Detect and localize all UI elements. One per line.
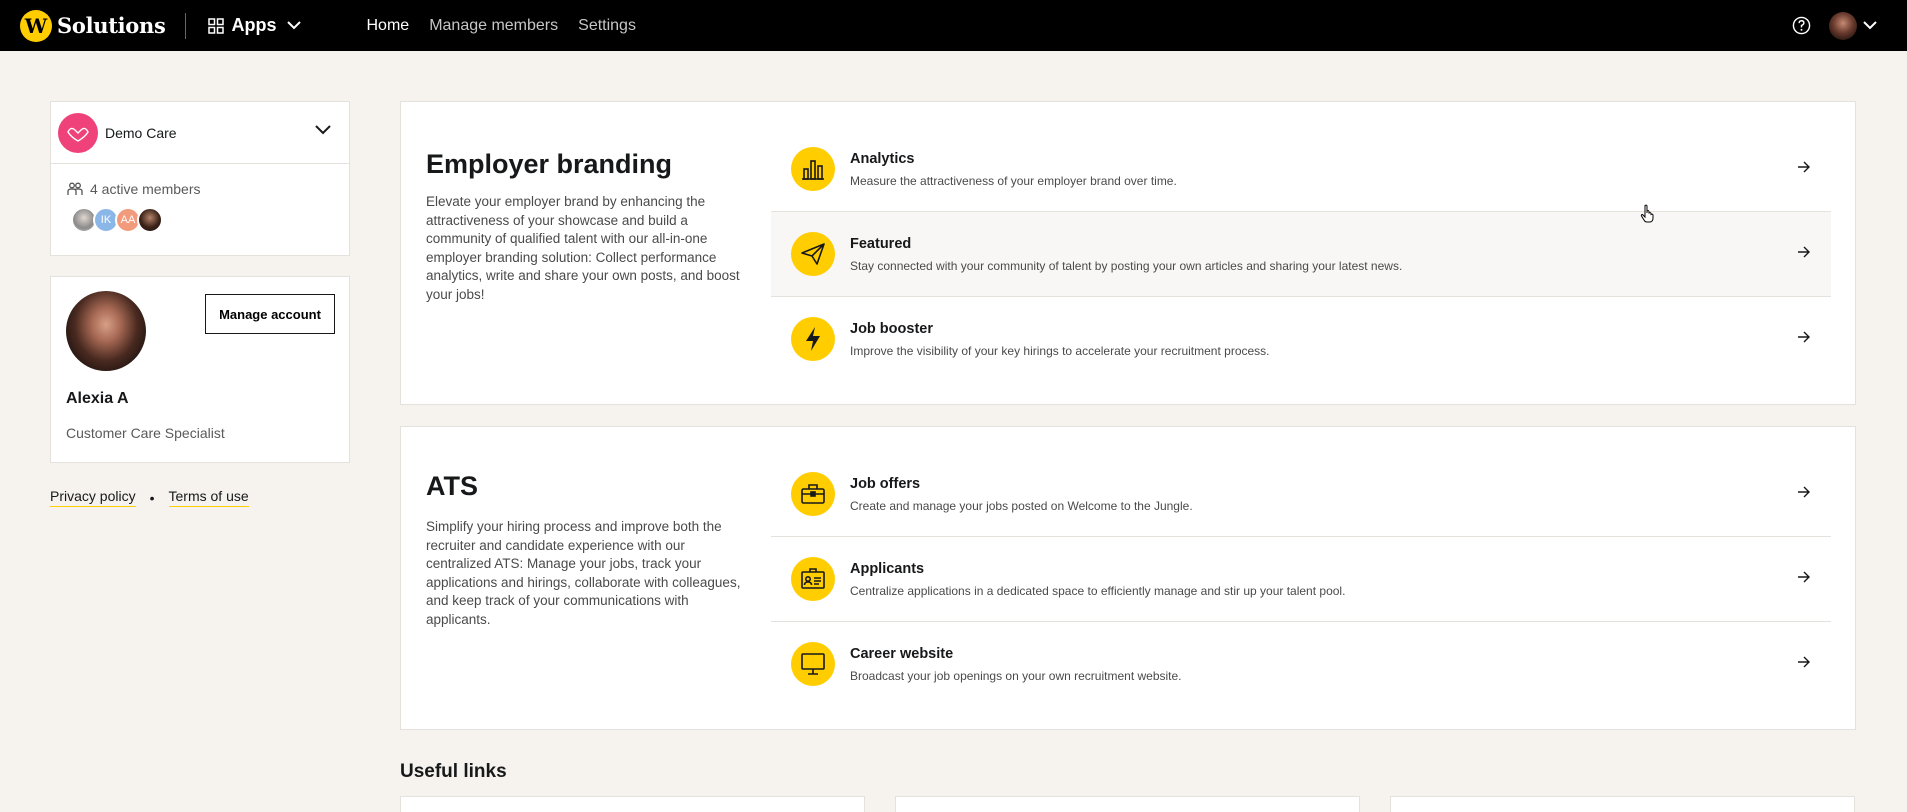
manage-account-button[interactable]: Manage account [205, 294, 335, 334]
profile-role: Customer Care Specialist [66, 425, 225, 441]
id-card-icon [791, 557, 835, 601]
company-selector[interactable]: Demo Care [51, 102, 349, 164]
product-title: Job offers [850, 476, 921, 492]
section-title: ATS [426, 471, 478, 501]
top-bar: W Solutions Apps Home Manage members Set… [0, 0, 1907, 51]
company-name: Demo Care [105, 124, 177, 141]
product-title: Job booster [850, 321, 933, 337]
product-description: Centralize applications in a dedicated s… [850, 584, 1346, 598]
product-description: Create and manage your jobs posted on We… [850, 499, 1193, 513]
section-title: Employer branding [426, 149, 673, 179]
monitor-icon [791, 642, 835, 686]
paper-plane-icon [791, 232, 835, 276]
hand-cursor-icon [1640, 204, 1654, 223]
product-description: Improve the visibility of your key hirin… [850, 344, 1270, 358]
people-icon [67, 182, 83, 195]
employer-branding-section: Employer branding Elevate your employer … [400, 101, 1856, 405]
user-menu[interactable] [1829, 11, 1877, 40]
divider [184, 12, 186, 39]
arrow-right-icon [1798, 656, 1810, 668]
main-nav: Home Manage members Settings [367, 17, 636, 35]
company-card: Demo Care 4 active members IK AA [50, 101, 350, 256]
privacy-policy-link[interactable]: Privacy policy [50, 488, 136, 507]
product-item-applicants[interactable]: Applicants Centralize applications in a … [771, 537, 1831, 622]
product-list: Job offers Create and manage your jobs p… [771, 452, 1831, 707]
nav-manage-members[interactable]: Manage members [429, 17, 558, 35]
chevron-down-icon [1863, 21, 1877, 30]
product-description: Stay connected with your community of ta… [850, 259, 1403, 273]
separator: • [149, 489, 155, 506]
briefcase-icon [791, 472, 835, 516]
member-avatars: IK AA [71, 207, 349, 233]
product-title: Applicants [850, 561, 925, 577]
members-text: 4 active members [90, 181, 201, 197]
ats-section: ATS Simplify your hiring process and imp… [400, 426, 1856, 730]
top-right-actions [1792, 0, 1877, 51]
product-item-job-offers[interactable]: Job offers Create and manage your jobs p… [771, 452, 1831, 537]
arrow-right-icon [1798, 486, 1810, 498]
avatar [1829, 11, 1857, 40]
product-title: Career website [850, 646, 954, 662]
nav-home[interactable]: Home [367, 17, 410, 35]
apps-menu-button[interactable]: Apps [207, 15, 309, 36]
arrow-right-icon [1798, 331, 1810, 343]
heart-hands-icon [67, 127, 89, 142]
product-item-job-booster[interactable]: Job booster Improve the visibility of yo… [771, 297, 1831, 382]
profile-card: Manage account Alexia A Customer Care Sp… [50, 276, 350, 463]
product-item-featured[interactable]: Featured Stay connected with your commun… [771, 212, 1831, 297]
apps-label: Apps [231, 15, 277, 35]
logo-mark: W [20, 9, 52, 42]
chevron-down-icon [315, 125, 331, 135]
useful-links-heading: Useful links [400, 761, 507, 782]
chevron-down-icon [286, 21, 301, 30]
lightning-icon [791, 317, 835, 361]
terms-of-use-link[interactable]: Terms of use [168, 488, 249, 507]
help-circle-icon[interactable] [1792, 16, 1811, 35]
footer-links: Privacy policy • Terms of use [50, 488, 249, 507]
company-logo [58, 112, 98, 153]
useful-link-card[interactable] [1390, 796, 1855, 812]
profile-name: Alexia A [66, 390, 129, 407]
apps-grid-icon [207, 17, 224, 34]
arrow-right-icon [1798, 571, 1810, 583]
product-title: Analytics [850, 151, 915, 167]
arrow-right-icon [1798, 161, 1810, 173]
product-description: Measure the attractiveness of your emplo… [850, 174, 1177, 188]
product-item-analytics[interactable]: Analytics Measure the attractiveness of … [771, 127, 1831, 212]
product-item-career-website[interactable]: Career website Broadcast your job openin… [771, 622, 1831, 707]
arrow-right-icon [1798, 246, 1810, 258]
product-description: Broadcast your job openings on your own … [850, 669, 1182, 683]
useful-link-card[interactable] [400, 796, 865, 812]
logo-text: Solutions [57, 13, 166, 38]
avatar [137, 207, 163, 233]
nav-settings[interactable]: Settings [578, 17, 636, 35]
product-list: Analytics Measure the attractiveness of … [771, 127, 1831, 382]
members-count: 4 active members [67, 181, 349, 197]
product-title: Featured [850, 236, 912, 252]
logo[interactable]: W Solutions [20, 9, 166, 42]
section-description: Elevate your employer brand by enhancing… [426, 194, 740, 302]
useful-link-card[interactable] [895, 796, 1360, 812]
profile-photo [66, 291, 146, 371]
section-description: Simplify your hiring process and improve… [426, 519, 741, 627]
bar-chart-icon [791, 147, 835, 191]
